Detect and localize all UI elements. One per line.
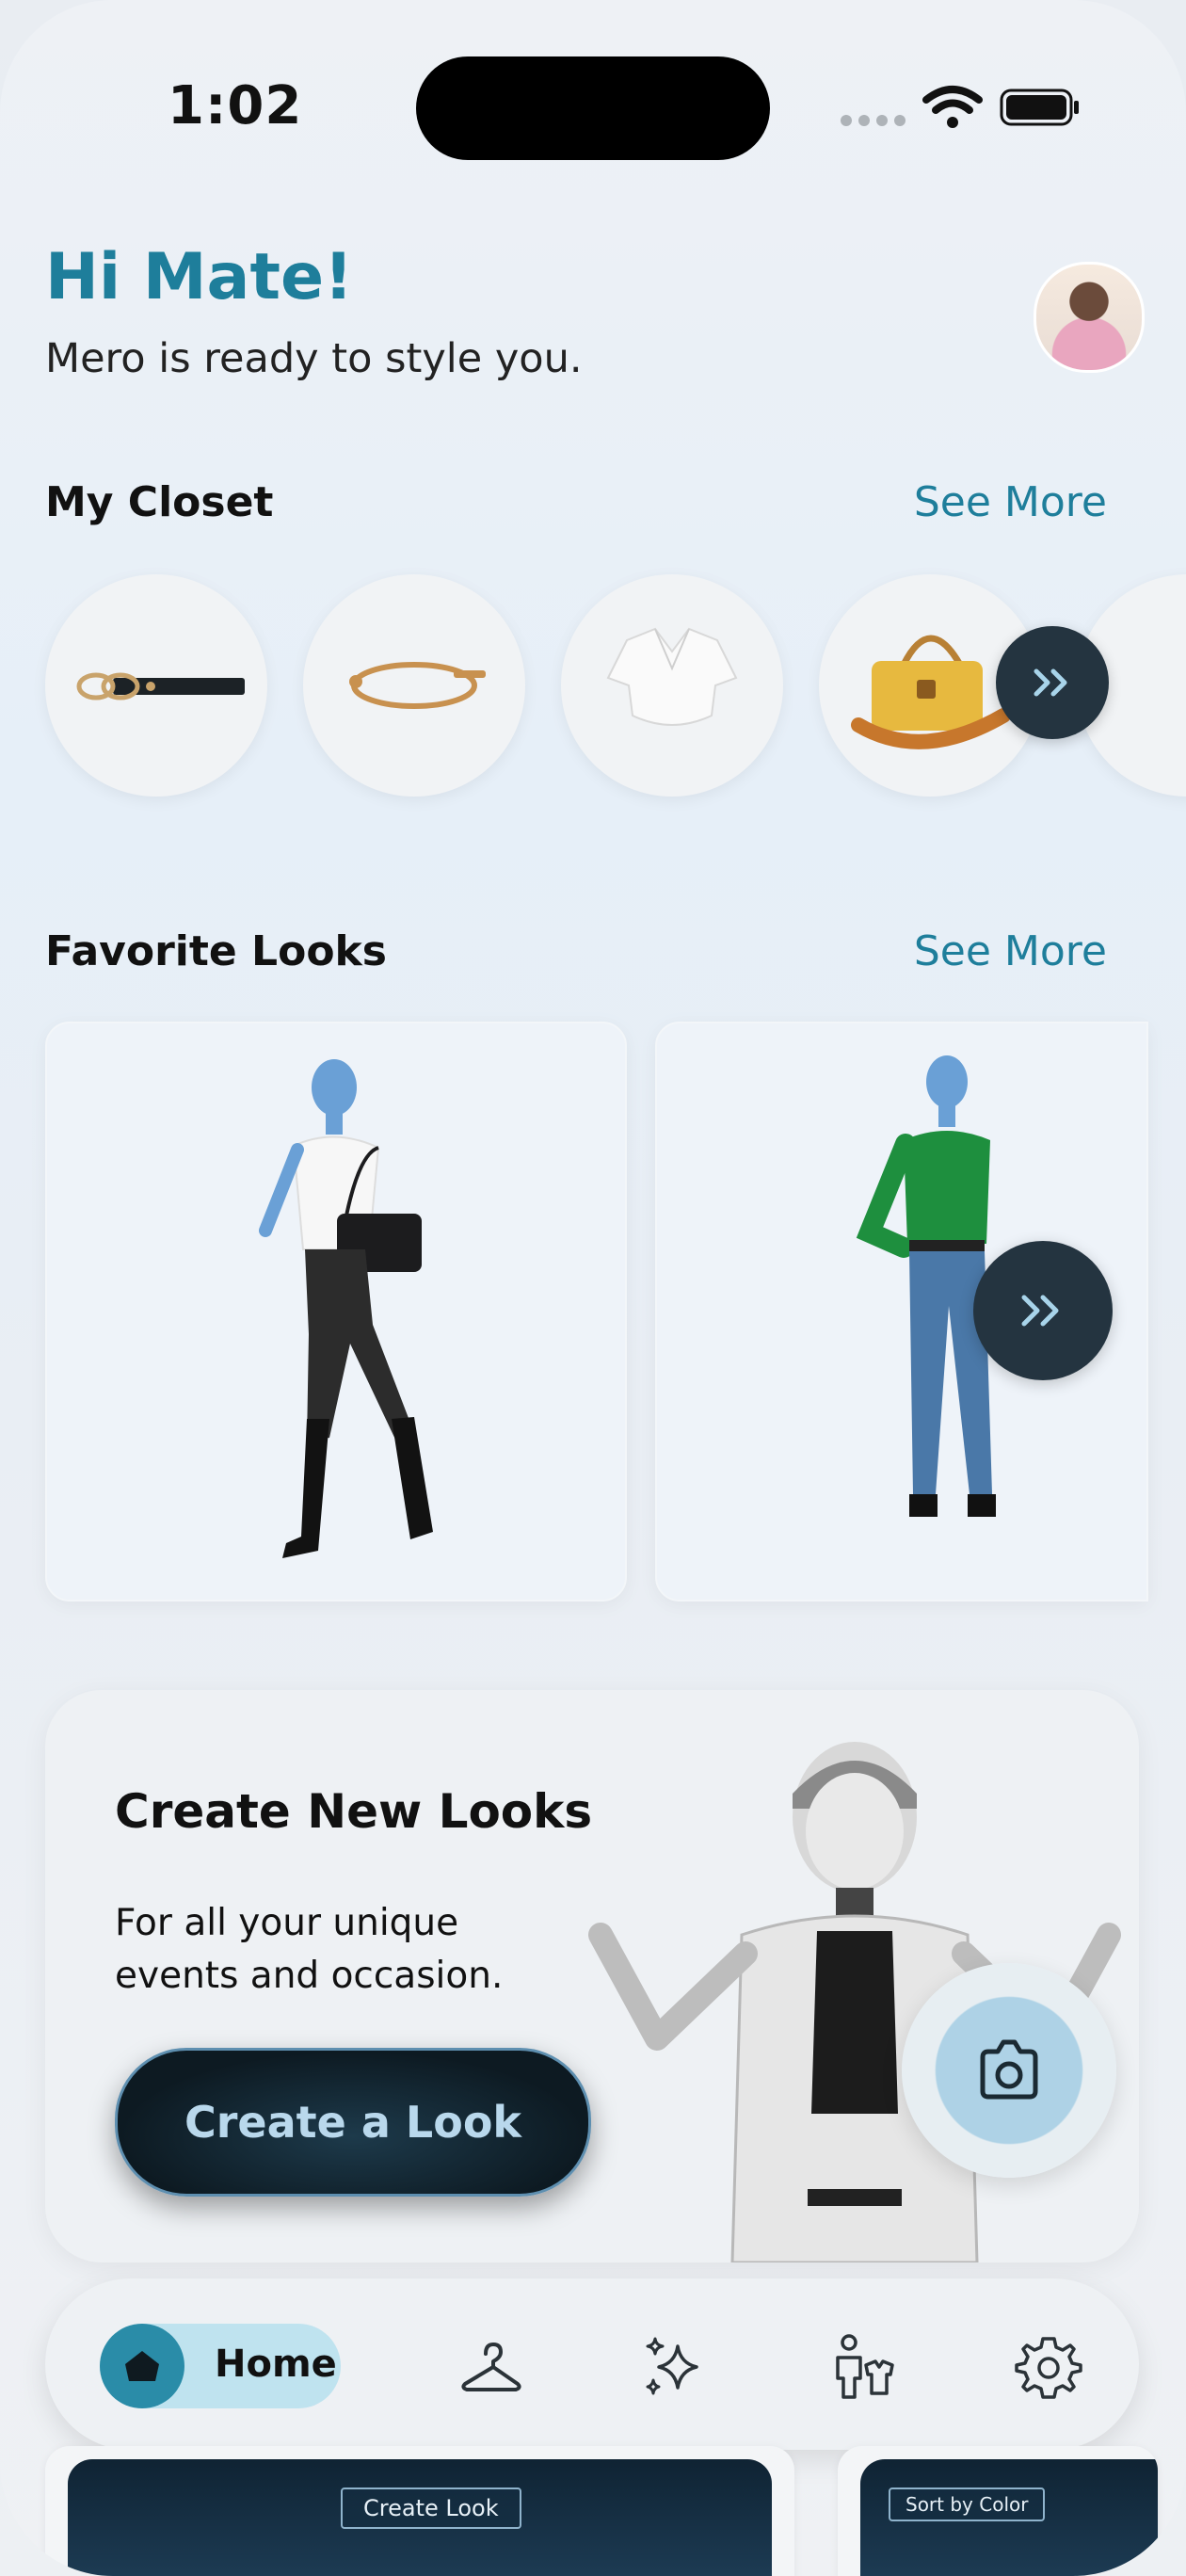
favorite-look-card-1[interactable]	[45, 1022, 627, 1602]
closet-item-blouse[interactable]	[561, 574, 783, 797]
user-avatar[interactable]	[1034, 262, 1145, 373]
create-look-tag: Create Look	[341, 2487, 521, 2529]
closet-item-bracelet[interactable]	[303, 574, 525, 797]
battery-icon	[1000, 89, 1079, 126]
tab-home-label: Home	[215, 2343, 337, 2386]
chevron-double-right-icon	[1034, 668, 1067, 697]
greeting-title: Hi Mate!	[45, 240, 354, 314]
bottom-tab-bar: Home	[45, 2278, 1139, 2450]
wifi-icon	[922, 86, 983, 128]
greeting-subtitle: Mero is ready to style you.	[45, 335, 583, 382]
signal-icon	[841, 115, 906, 126]
create-look-promo-card[interactable]: Create Look	[45, 2446, 794, 2576]
favorites-scroll-next-button[interactable]	[973, 1241, 1113, 1380]
phone-screen: 1:02 Hi Mate! Mero is ready to style you…	[0, 0, 1186, 2576]
create-look-promo-image: Create Look	[68, 2459, 772, 2576]
blouse-image	[606, 627, 738, 726]
create-looks-description: For all your unique events and occasion.	[115, 1902, 504, 1997]
bracelet-image	[349, 662, 486, 709]
sort-by-color-promo-image: Sort by Color	[860, 2459, 1158, 2576]
belt-image	[76, 672, 245, 700]
sparkles-icon[interactable]	[640, 2333, 708, 2401]
create-looks-card: Create New Looks For all your unique eve…	[45, 1690, 1139, 2262]
closet-title: My Closet	[45, 478, 274, 526]
status-time: 1:02	[168, 75, 303, 137]
camera-button[interactable]	[902, 1963, 1116, 2178]
create-look-button[interactable]: Create a Look	[115, 2048, 591, 2197]
camera-icon	[980, 2039, 1038, 2100]
chevron-double-right-icon	[1021, 1295, 1059, 1327]
hanger-icon[interactable]	[457, 2333, 525, 2401]
tab-home[interactable]: Home	[100, 2324, 341, 2408]
gear-icon[interactable]	[1015, 2333, 1082, 2401]
sort-by-color-promo-card[interactable]: Sort by Color	[838, 2446, 1158, 2576]
home-icon	[100, 2324, 184, 2408]
closet-item-belt[interactable]	[45, 574, 267, 797]
favorites-see-more-link[interactable]: See More	[914, 927, 1107, 975]
wardrobe-person-icon[interactable]	[828, 2333, 896, 2401]
closet-see-more-link[interactable]: See More	[914, 478, 1107, 526]
mannequin-look-1-image	[259, 1059, 433, 1558]
closet-scroll-next-button[interactable]	[996, 626, 1109, 739]
dynamic-island	[416, 56, 770, 160]
favorites-title: Favorite Looks	[45, 927, 387, 975]
sort-by-color-tag: Sort by Color	[889, 2487, 1046, 2521]
create-looks-title: Create New Looks	[115, 1784, 593, 1839]
